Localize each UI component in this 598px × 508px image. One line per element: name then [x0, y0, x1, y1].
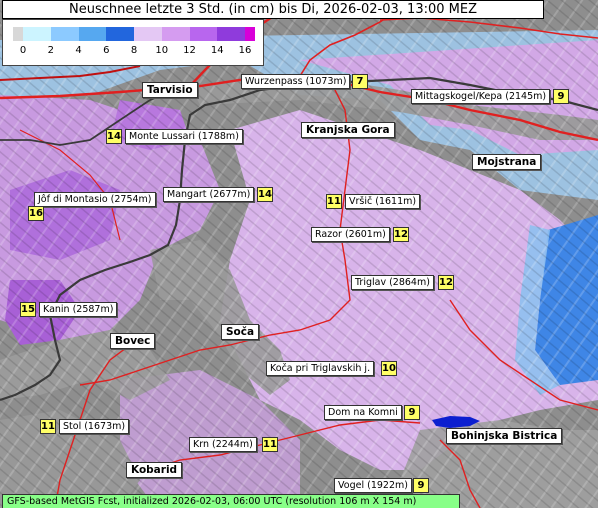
town-tarvisio[interactable]: Tarvisio	[142, 82, 198, 98]
legend-swatch	[134, 27, 162, 41]
snow-map: Neuschnee letzte 3 Std. (in cm) bis Di, …	[0, 0, 598, 508]
legend-tick-label: 12	[183, 45, 196, 56]
legend-tick-label: 4	[75, 45, 82, 56]
forecast-footer: GFS-based MetGIS Fcst, initialized 2026-…	[2, 494, 460, 508]
peak-value-mittagskogel: 9	[553, 89, 569, 104]
peak-label-krn[interactable]: Krn (2244m)	[189, 437, 257, 452]
peak-value-kanin: 15	[20, 302, 36, 317]
town-bohinjska-bistrica[interactable]: Bohinjska Bistrica	[446, 428, 563, 444]
legend-swatch	[217, 27, 245, 41]
legend-tick-label: 6	[103, 45, 110, 56]
peak-label-stol[interactable]: Stol (1673m)	[59, 419, 130, 434]
peak-value-monte-lussari: 14	[106, 129, 122, 144]
legend-swatch	[50, 27, 79, 41]
peak-label-wurzenpass[interactable]: Wurzenpass (1073m)	[241, 74, 351, 89]
peak-label-triglav[interactable]: Triglav (2864m)	[351, 275, 434, 290]
legend-swatch	[13, 27, 23, 41]
peak-label-vrsic[interactable]: Vršič (1611m)	[345, 194, 421, 209]
legend-tick-label: 16	[238, 45, 252, 56]
legend-tick-label: 10	[155, 45, 169, 56]
legend-swatch	[189, 27, 218, 41]
town-kobarid[interactable]: Kobarid	[126, 462, 183, 478]
peak-value-krn: 11	[262, 437, 278, 452]
map-title: Neuschnee letzte 3 Std. (in cm) bis Di, …	[2, 0, 544, 19]
legend-swatch	[23, 27, 51, 41]
peak-label-koca-pri-triglavskih[interactable]: Koča pri Triglavskih j.	[266, 361, 375, 376]
peak-value-dom-na-komni: 9	[404, 405, 420, 420]
town-soca[interactable]: Soča	[221, 324, 260, 340]
legend-tick-label: 8	[130, 45, 138, 56]
peak-label-mangart[interactable]: Mangart (2677m)	[163, 187, 255, 202]
peak-value-vogel: 9	[413, 478, 429, 493]
peak-value-stol: 11	[40, 419, 56, 434]
peak-value-jof-di-montasio: 16	[28, 206, 44, 221]
legend-tick-label: 2	[47, 45, 54, 56]
peak-label-monte-lussari[interactable]: Monte Lussari (1788m)	[125, 129, 243, 144]
town-kranjska-gora[interactable]: Kranjska Gora	[301, 122, 395, 138]
town-bovec[interactable]: Bovec	[110, 333, 156, 349]
peak-value-triglav: 12	[438, 275, 454, 290]
legend-tick-label: 14	[210, 45, 224, 56]
peak-label-jof-di-montasio[interactable]: Jôf di Montasio (2754m)	[34, 192, 156, 207]
peak-label-dom-na-komni[interactable]: Dom na Komni	[324, 405, 402, 420]
peak-value-razor: 12	[393, 227, 409, 242]
legend-swatch	[106, 27, 134, 41]
town-mojstrana[interactable]: Mojstrana	[472, 154, 542, 170]
peak-label-kanin[interactable]: Kanin (2587m)	[39, 302, 118, 317]
peak-value-mangart: 14	[257, 187, 273, 202]
peak-value-wurzenpass: 7	[352, 74, 368, 89]
legend-swatch	[161, 27, 190, 41]
peak-label-razor[interactable]: Razor (2601m)	[311, 227, 390, 242]
legend: 0 2 4 6 8 10 12 14 16	[2, 19, 264, 66]
peak-label-vogel[interactable]: Vogel (1922m)	[334, 478, 412, 493]
legend-swatch	[78, 27, 107, 41]
peak-value-vrsic: 11	[326, 194, 342, 209]
peak-value-koca-pri-triglavskih: 10	[381, 361, 397, 376]
legend-tick-label: 0	[19, 45, 27, 56]
legend-swatch	[245, 27, 255, 41]
peak-label-mittagskogel[interactable]: Mittagskogel/Kepa (2145m)	[411, 89, 551, 104]
